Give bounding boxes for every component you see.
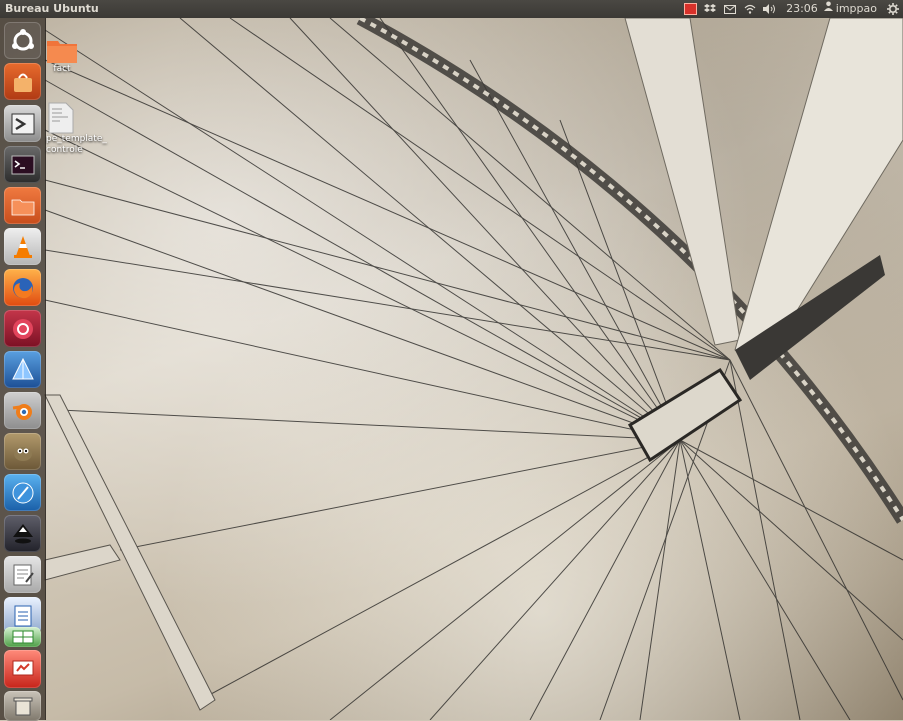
trash-icon: [13, 697, 32, 716]
launcher-item-terminal[interactable]: [4, 146, 41, 183]
launcher-item-blender[interactable]: [4, 392, 41, 429]
folder-icon: [47, 41, 77, 63]
user-name: imppao: [835, 2, 877, 15]
text-editor-icon: [13, 564, 34, 585]
launcher-item-trash[interactable]: [4, 691, 41, 721]
launcher-item-inkscape[interactable]: [4, 515, 41, 552]
launcher-item-app-blue[interactable]: [4, 351, 41, 388]
terminal-icon: [11, 155, 34, 174]
dropbox-icon[interactable]: [700, 0, 720, 18]
globe-icon: [12, 482, 33, 503]
launcher-item-firefox[interactable]: [4, 269, 41, 306]
desktop-icon-label: pe_template_controle: [46, 134, 107, 155]
traffic-cone-icon: [13, 235, 32, 258]
launcher-item-software-center[interactable]: [4, 63, 41, 100]
launcher-item-app-red[interactable]: [4, 310, 41, 347]
launcher-item-globe-app[interactable]: [4, 474, 41, 511]
launcher-item-libreoffice-impress[interactable]: [4, 650, 41, 688]
desktop-icon-label: fact: [53, 64, 71, 74]
desktop-wallpaper: [0, 0, 903, 720]
desktop-icon-pe-template-controle[interactable]: pe_template_controle: [46, 102, 116, 156]
launcher-item-dash-home[interactable]: [4, 22, 41, 59]
launcher-item-libreoffice-calc[interactable]: [4, 627, 41, 647]
pyramid-icon: [11, 357, 34, 379]
gear-icon[interactable]: [883, 0, 903, 18]
window-title: Bureau Ubuntu: [5, 2, 99, 15]
ferris-wheel-image: [44, 11, 903, 720]
volume-icon[interactable]: [760, 0, 780, 18]
desktop-icon-fact[interactable]: fact: [46, 38, 78, 74]
top-panel: Bureau Ubuntu 23:06 imppao: [0, 0, 903, 18]
user-menu[interactable]: imppao: [823, 0, 883, 18]
folder-icon: [11, 199, 34, 215]
gimp-icon: [13, 446, 32, 461]
mail-icon[interactable]: [720, 0, 740, 18]
launcher-item-vlc[interactable]: [4, 228, 41, 265]
wifi-icon[interactable]: [740, 0, 760, 18]
launcher-item-remote-terminal[interactable]: [4, 105, 41, 142]
firefox-icon: [12, 277, 33, 298]
shopping-bag-icon: [13, 73, 32, 92]
inkscape-icon: [12, 523, 33, 543]
blender-icon: [12, 403, 32, 420]
launcher-item-files[interactable]: [4, 187, 41, 224]
notification-icon[interactable]: [680, 0, 700, 18]
indicator-area: 23:06 imppao: [680, 0, 903, 18]
user-icon: [823, 0, 833, 18]
terminal-arrow-icon: [11, 113, 34, 134]
red-circle-icon: [12, 318, 33, 339]
clock[interactable]: 23:06: [780, 0, 824, 18]
launcher-item-gimp[interactable]: [4, 433, 41, 470]
launcher-item-text-editor[interactable]: [4, 556, 41, 593]
presentation-icon: [12, 660, 33, 676]
text-file-icon: [48, 102, 74, 134]
spreadsheet-icon: [12, 630, 33, 644]
ubuntu-logo-icon: [11, 28, 34, 50]
document-icon: [14, 605, 31, 626]
launcher: [0, 18, 46, 721]
